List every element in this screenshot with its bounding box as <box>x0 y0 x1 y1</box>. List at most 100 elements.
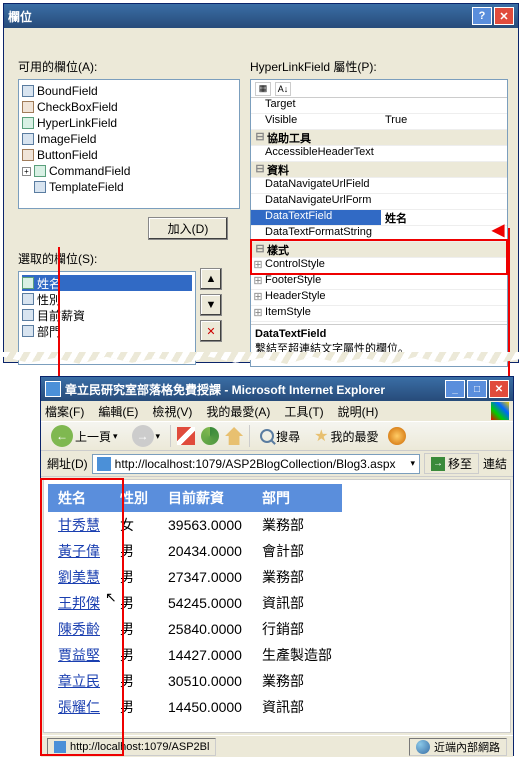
menu-help[interactable]: 說明(H) <box>338 403 379 420</box>
forward-button[interactable]: →▾ <box>128 423 165 449</box>
windows-logo-icon <box>491 402 509 420</box>
maximize-button[interactable]: □ <box>467 380 487 398</box>
dept-cell: 會計部 <box>252 538 342 564</box>
menu-bar: 檔案(F) 編輯(E) 檢視(V) 我的最愛(A) 工具(T) 說明(H) <box>41 401 513 421</box>
salary-cell: 20434.0000 <box>158 538 252 564</box>
table-header-row: 姓名 性別 目前薪資 部門 <box>48 484 342 512</box>
list-item: 性別 <box>22 291 192 307</box>
available-fields-tree[interactable]: BoundField CheckBoxField HyperLinkField … <box>18 79 240 209</box>
address-input[interactable]: http://localhost:1079/ASP2BlogCollection… <box>92 454 420 474</box>
selected-fields-label: 選取的欄位(S): <box>18 250 240 267</box>
zone-indicator: 近端內部網路 <box>409 738 507 756</box>
table-row: 張耀仁男14450.0000資訊部 <box>48 694 342 720</box>
name-cell[interactable]: 張耀仁 <box>48 694 110 720</box>
help-button[interactable]: ? <box>472 7 492 25</box>
field-icon <box>22 293 34 305</box>
name-cell[interactable]: 甘秀慧 <box>48 512 110 538</box>
dept-cell: 業務部 <box>252 668 342 694</box>
tree-item: HyperLinkField <box>22 115 236 131</box>
status-text: http://localhost:1079/ASP2Bl <box>47 738 216 756</box>
field-icon <box>22 277 34 289</box>
gender-cell: 男 <box>110 616 158 642</box>
salary-cell: 14427.0000 <box>158 642 252 668</box>
salary-cell: 14450.0000 <box>158 694 252 720</box>
page-icon <box>97 457 111 471</box>
dept-cell: 業務部 <box>252 564 342 590</box>
table-row: 甘秀慧女39563.0000業務部 <box>48 512 342 538</box>
browser-title: 章立民研究室部落格免費授課 - Microsoft Internet Explo… <box>65 381 385 398</box>
gender-cell: 男 <box>110 694 158 720</box>
field-icon <box>22 85 34 97</box>
fields-dialog: 欄位 ? ✕ 可用的欄位(A): BoundField CheckBoxFiel… <box>3 3 519 363</box>
name-cell[interactable]: 劉美慧 <box>48 564 110 590</box>
name-cell[interactable]: 陳秀齡 <box>48 616 110 642</box>
sort-icon[interactable]: A↓ <box>275 82 291 96</box>
properties-label: HyperLinkField 屬性(P): <box>250 58 508 75</box>
search-button[interactable]: 搜尋 <box>256 426 304 447</box>
selected-fields-list[interactable]: 姓名 性別 目前薪資 部門 <box>18 271 196 365</box>
move-down-button[interactable]: ▼ <box>200 294 222 316</box>
name-cell[interactable]: 王邦傑 <box>48 590 110 616</box>
tree-item: ButtonField <box>22 147 236 163</box>
table-row: 劉美慧男27347.0000業務部 <box>48 564 342 590</box>
page-content: 姓名 性別 目前薪資 部門 甘秀慧女39563.0000業務部黃子偉男20434… <box>43 479 511 733</box>
browser-window: 章立民研究室部落格免費授課 - Microsoft Internet Explo… <box>40 376 514 756</box>
menu-tools[interactable]: 工具(T) <box>284 403 323 420</box>
move-up-button[interactable]: ▲ <box>200 268 222 290</box>
back-button[interactable]: ←上一頁▾ <box>47 423 122 449</box>
dialog-title: 欄位 <box>8 8 32 25</box>
address-bar: 網址(D) http://localhost:1079/ASP2BlogColl… <box>41 451 513 477</box>
home-icon[interactable] <box>225 427 243 445</box>
close-button[interactable]: ✕ <box>489 380 509 398</box>
minimize-button[interactable]: _ <box>445 380 465 398</box>
page-icon <box>54 741 66 753</box>
field-icon <box>34 181 46 193</box>
expand-icon[interactable]: + <box>22 167 31 176</box>
toolbar: ←上一頁▾ →▾ 搜尋 ★我的最愛 <box>41 421 513 451</box>
close-button[interactable]: ✕ <box>494 7 514 25</box>
tree-item: TemplateField <box>22 179 236 195</box>
refresh-icon[interactable] <box>201 427 219 445</box>
stop-icon[interactable] <box>177 427 195 445</box>
dept-cell: 業務部 <box>252 512 342 538</box>
menu-edit[interactable]: 編輯(E) <box>98 403 138 420</box>
globe-icon <box>416 740 430 754</box>
menu-view[interactable]: 檢視(V) <box>152 403 192 420</box>
go-icon: → <box>431 457 445 471</box>
menu-file[interactable]: 檔案(F) <box>45 403 84 420</box>
field-icon <box>22 325 34 337</box>
salary-cell: 30510.0000 <box>158 668 252 694</box>
data-table: 姓名 性別 目前薪資 部門 甘秀慧女39563.0000業務部黃子偉男20434… <box>48 484 342 720</box>
categorize-icon[interactable]: ▦ <box>255 82 271 96</box>
field-icon <box>22 133 34 145</box>
table-row: 章立民男30510.0000業務部 <box>48 668 342 694</box>
browser-titlebar: 章立民研究室部落格免費授課 - Microsoft Internet Explo… <box>41 377 513 401</box>
add-button[interactable]: 加入(D) <box>148 217 228 240</box>
name-cell[interactable]: 黃子偉 <box>48 538 110 564</box>
delete-button[interactable]: ✕ <box>200 320 222 342</box>
gender-cell: 男 <box>110 538 158 564</box>
dropdown-icon[interactable]: ▾ <box>410 458 415 469</box>
field-icon <box>22 101 34 113</box>
gender-cell: 女 <box>110 512 158 538</box>
field-icon <box>34 165 46 177</box>
salary-cell: 54245.0000 <box>158 590 252 616</box>
dept-cell: 生產製造部 <box>252 642 342 668</box>
name-cell[interactable]: 章立民 <box>48 668 110 694</box>
salary-cell: 39563.0000 <box>158 512 252 538</box>
menu-favorites[interactable]: 我的最愛(A) <box>206 403 270 420</box>
name-cell[interactable]: 賈益堅 <box>48 642 110 668</box>
favorites-button[interactable]: ★我的最愛 <box>310 424 382 448</box>
gender-cell: 男 <box>110 642 158 668</box>
links-label[interactable]: 連結 <box>483 455 507 472</box>
available-fields-label: 可用的欄位(A): <box>18 58 240 75</box>
gender-cell: 男 <box>110 564 158 590</box>
property-grid[interactable]: ▦ A↓ Target VisibleTrue ⊟協助工具 Accessible… <box>250 79 508 367</box>
table-row: 黃子偉男20434.0000會計部 <box>48 538 342 564</box>
salary-cell: 25840.0000 <box>158 616 252 642</box>
go-button[interactable]: → 移至 <box>424 453 479 474</box>
dialog-titlebar: 欄位 ? ✕ <box>4 4 518 28</box>
tree-item: +CommandField <box>22 163 236 179</box>
media-icon[interactable] <box>388 427 406 445</box>
star-icon: ★ <box>314 426 328 446</box>
